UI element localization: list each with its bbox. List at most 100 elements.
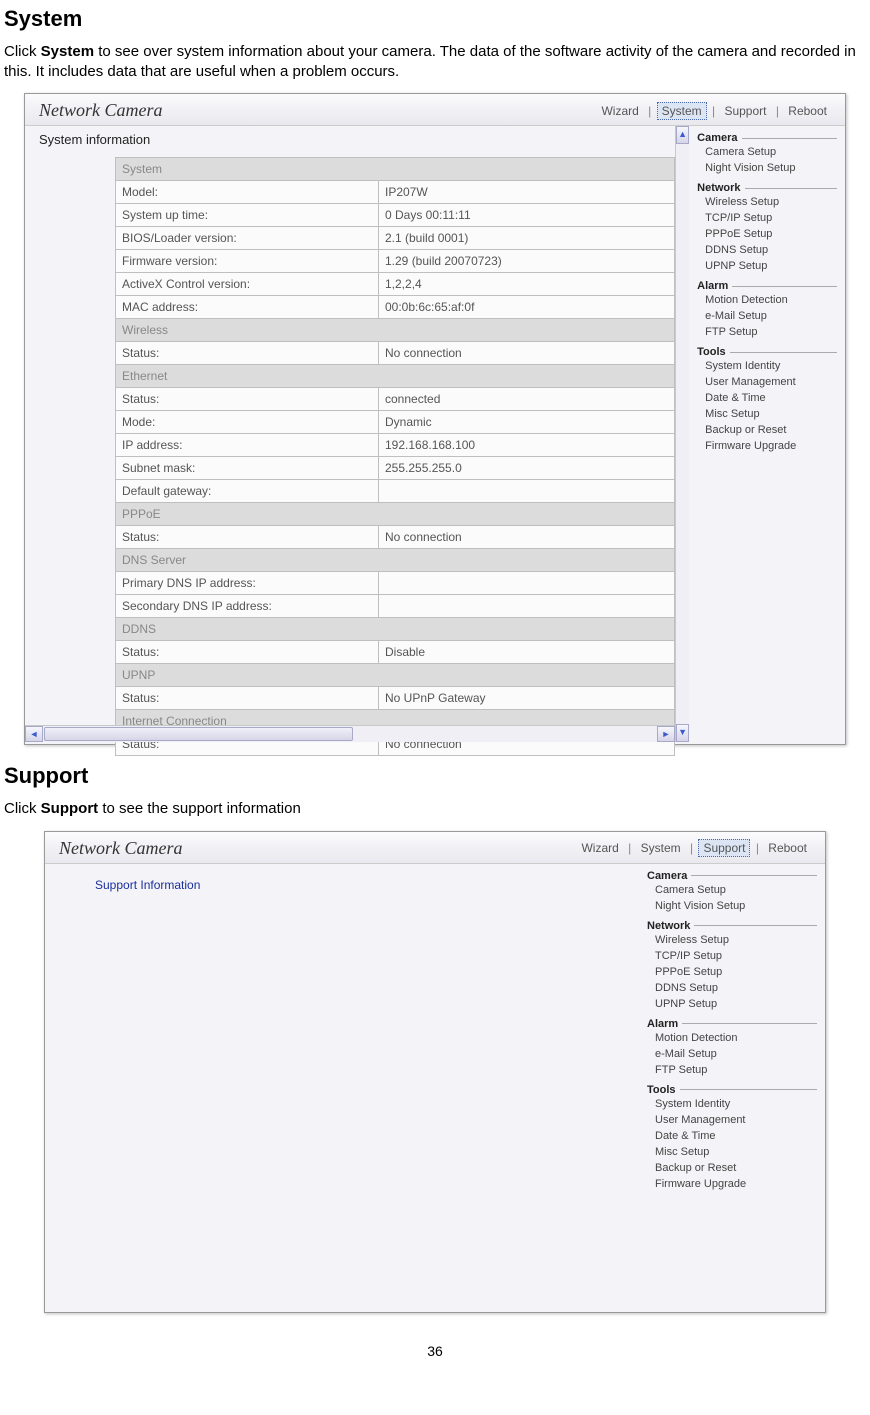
sidebar-item[interactable]: Wireless Setup (647, 932, 817, 948)
sidebar-item[interactable]: e-Mail Setup (647, 1046, 817, 1062)
sidebar-group: ToolsSystem IdentityUser ManagementDate … (697, 346, 837, 454)
heading-support: Support (4, 763, 866, 789)
para-text: to see over system information about you… (4, 43, 856, 80)
info-label: Subnet mask: (116, 457, 379, 480)
link-wizard[interactable]: Wizard (577, 840, 622, 856)
info-value: No connection (379, 342, 675, 365)
sidebar-item[interactable]: Firmware Upgrade (647, 1176, 817, 1192)
sidebar-item[interactable]: Night Vision Setup (647, 898, 817, 914)
sidebar-item[interactable]: Night Vision Setup (697, 160, 837, 176)
sidebar-item[interactable]: Camera Setup (697, 144, 837, 160)
sidebar-group-label: Network (647, 920, 817, 932)
separator: | (774, 104, 781, 118)
separator: | (710, 104, 717, 118)
sidebar-item[interactable]: Backup or Reset (697, 422, 837, 438)
link-system[interactable]: System (657, 102, 707, 120)
top-links: Wizard | System | Support | Reboot (577, 841, 811, 855)
info-label: Status: (116, 388, 379, 411)
sidebar-item[interactable]: Wireless Setup (697, 194, 837, 210)
link-reboot[interactable]: Reboot (764, 840, 811, 856)
sidebar-item[interactable]: Misc Setup (647, 1144, 817, 1160)
section-header: DDNS (116, 618, 675, 641)
sidebar-group: ToolsSystem IdentityUser ManagementDate … (647, 1084, 817, 1192)
info-value: No UPnP Gateway (379, 687, 675, 710)
section-header: PPPoE (116, 503, 675, 526)
sidebar-item[interactable]: FTP Setup (647, 1062, 817, 1078)
sidebar-item[interactable]: Motion Detection (647, 1030, 817, 1046)
sidebar-group: CameraCamera SetupNight Vision Setup (697, 132, 837, 176)
sidebar-group-label: Tools (647, 1084, 817, 1096)
scroll-right-icon[interactable]: ► (657, 726, 675, 742)
link-wizard[interactable]: Wizard (597, 103, 642, 119)
table-row: System (116, 158, 675, 181)
table-row: Status:No connection (116, 526, 675, 549)
sidebar-item[interactable]: User Management (697, 374, 837, 390)
info-label: Status: (116, 687, 379, 710)
sidebar-item[interactable]: TCP/IP Setup (697, 210, 837, 226)
sidebar-group: CameraCamera SetupNight Vision Setup (647, 870, 817, 914)
table-row: Primary DNS IP address: (116, 572, 675, 595)
info-value (379, 572, 675, 595)
info-value (379, 595, 675, 618)
sidebar-item[interactable]: Date & Time (697, 390, 837, 406)
table-row: Ethernet (116, 365, 675, 388)
link-reboot[interactable]: Reboot (784, 103, 831, 119)
brand-label: Network Camera (59, 838, 183, 859)
sidebar-item[interactable]: Date & Time (647, 1128, 817, 1144)
info-value: Dynamic (379, 411, 675, 434)
sidebar-item[interactable]: e-Mail Setup (697, 308, 837, 324)
sidebar-group: AlarmMotion Detectione-Mail SetupFTP Set… (697, 280, 837, 340)
sidebar-group-label: Network (697, 182, 837, 194)
scroll-thumb[interactable] (44, 727, 353, 741)
left-pane: System information SystemModel:IP207WSys… (25, 126, 675, 742)
panel-title: System information (25, 126, 675, 151)
sidebar-item[interactable]: FTP Setup (697, 324, 837, 340)
sidebar-item[interactable]: Camera Setup (647, 882, 817, 898)
scroll-left-icon[interactable]: ◄ (25, 726, 43, 742)
sidebar-item[interactable]: System Identity (647, 1096, 817, 1112)
sidebar-item[interactable]: Backup or Reset (647, 1160, 817, 1176)
info-label: BIOS/Loader version: (116, 227, 379, 250)
sidebar-item[interactable]: Firmware Upgrade (697, 438, 837, 454)
table-row: MAC address:00:0b:6c:65:af:0f (116, 296, 675, 319)
sidebar-item[interactable]: System Identity (697, 358, 837, 374)
link-system[interactable]: System (637, 840, 685, 856)
link-support[interactable]: Support (720, 103, 770, 119)
para-bold: System (41, 43, 94, 60)
horizontal-scrollbar[interactable]: ◄ ► (25, 725, 675, 742)
separator: | (688, 841, 695, 855)
sidebar-item[interactable]: User Management (647, 1112, 817, 1128)
separator: | (626, 841, 633, 855)
info-label: Status: (116, 342, 379, 365)
sidebar-item[interactable]: Misc Setup (697, 406, 837, 422)
sidebar-group-label: Alarm (697, 280, 837, 292)
info-label: Status: (116, 641, 379, 664)
table-row: Status:Disable (116, 641, 675, 664)
sidebar-group: NetworkWireless SetupTCP/IP SetupPPPoE S… (647, 920, 817, 1012)
scroll-up-icon[interactable]: ▲ (676, 126, 689, 144)
scroll-track[interactable] (43, 726, 657, 742)
sidebar-item[interactable]: TCP/IP Setup (647, 948, 817, 964)
vertical-scrollbar[interactable]: ▲ ▼ (675, 126, 689, 742)
section-header: System (116, 158, 675, 181)
sidebar-item[interactable]: PPPoE Setup (647, 964, 817, 980)
table-row: Subnet mask:255.255.255.0 (116, 457, 675, 480)
sidebar-group-label: Camera (697, 132, 837, 144)
sidebar-item[interactable]: PPPoE Setup (697, 226, 837, 242)
screenshot-support: Network Camera Wizard | System | Support… (44, 831, 826, 1313)
section-header: UPNP (116, 664, 675, 687)
scroll-track[interactable] (676, 144, 689, 724)
info-value: 255.255.255.0 (379, 457, 675, 480)
brand-label: Network Camera (39, 100, 163, 121)
system-info-table: SystemModel:IP207WSystem up time:0 Days … (115, 157, 675, 756)
sidebar-item[interactable]: Motion Detection (697, 292, 837, 308)
sidebar-item[interactable]: UPNP Setup (697, 258, 837, 274)
link-support[interactable]: Support (698, 839, 750, 857)
sidebar-item[interactable]: UPNP Setup (647, 996, 817, 1012)
sidebar-item[interactable]: DDNS Setup (647, 980, 817, 996)
table-row: IP address:192.168.168.100 (116, 434, 675, 457)
table-row: Default gateway: (116, 480, 675, 503)
info-value: 1,2,2,4 (379, 273, 675, 296)
sidebar-item[interactable]: DDNS Setup (697, 242, 837, 258)
scroll-down-icon[interactable]: ▼ (676, 724, 689, 742)
